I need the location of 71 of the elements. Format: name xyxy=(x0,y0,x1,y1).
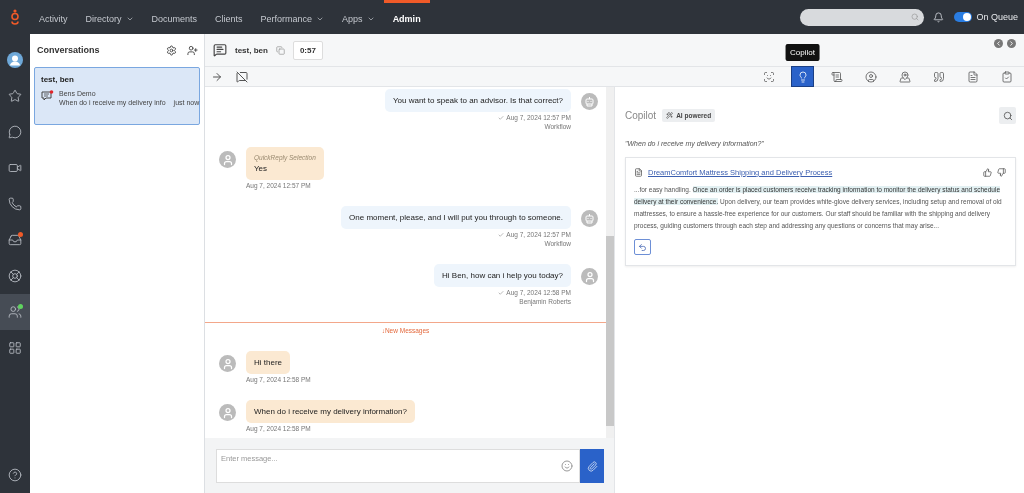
check-icon xyxy=(498,231,505,238)
end-chat-icon[interactable] xyxy=(236,70,248,83)
clipboard-check-icon xyxy=(1000,70,1013,83)
chat-bubble-icon xyxy=(8,125,22,139)
search-field[interactable] xyxy=(800,8,925,26)
search-icon xyxy=(1002,110,1013,121)
help-icon xyxy=(8,468,22,482)
emoji-icon[interactable] xyxy=(561,460,573,472)
scan-icon xyxy=(762,70,775,83)
chat-notification-icon xyxy=(41,90,54,102)
queue-toggle[interactable] xyxy=(954,12,973,22)
nav-tab[interactable]: Directory xyxy=(76,0,143,34)
scrollbar[interactable] xyxy=(606,87,614,438)
add-user-icon[interactable] xyxy=(187,44,198,56)
contact-name: test, ben xyxy=(235,45,268,55)
lightbulb-icon xyxy=(796,70,809,83)
search-icon xyxy=(911,13,920,21)
message-text: Hi there xyxy=(254,358,282,367)
inbox-icon xyxy=(8,233,22,247)
check-icon xyxy=(498,289,505,296)
bell-icon[interactable] xyxy=(933,11,945,23)
transfer-icon[interactable] xyxy=(211,70,223,83)
collapse-button[interactable] xyxy=(994,39,1003,48)
user-avatar-icon xyxy=(219,151,236,168)
search-button[interactable] xyxy=(999,107,1016,124)
document-icon xyxy=(966,70,979,83)
message-text: Yes xyxy=(254,164,269,173)
logo-icon xyxy=(10,9,20,25)
avatar-icon xyxy=(7,52,23,68)
paperclip-icon xyxy=(586,460,598,472)
people-button[interactable] xyxy=(0,294,30,330)
star-icon xyxy=(8,89,22,103)
panel-title: Conversations xyxy=(37,45,101,55)
nav-tab[interactable]: Activity xyxy=(30,0,77,34)
lifebuoy-icon xyxy=(8,269,22,283)
tooltip: Copilot xyxy=(785,44,820,61)
call-timer: 0:57 xyxy=(292,40,323,60)
chat-icon xyxy=(213,43,227,57)
nav-tab[interactable]: Clients xyxy=(206,0,252,34)
map-icon xyxy=(898,70,911,83)
contact-name: test, ben xyxy=(41,75,75,84)
insert-reply-button[interactable] xyxy=(634,239,651,255)
thumbs-up-icon[interactable] xyxy=(983,168,992,177)
user-avatar-icon xyxy=(581,268,598,285)
apps-grid-icon xyxy=(8,341,22,355)
nav-tab[interactable]: Apps xyxy=(333,0,384,34)
reply-arrow-icon xyxy=(638,242,647,252)
nav-tab[interactable]: Performance xyxy=(251,0,334,34)
user-avatar-icon xyxy=(219,355,236,372)
message-text: Hi Ben, how can i help you today? xyxy=(442,271,563,280)
scroll-icon xyxy=(830,70,843,83)
document-icon xyxy=(634,168,643,177)
people-icon xyxy=(8,305,22,319)
check-icon xyxy=(498,114,505,121)
message-text: When do i receive my delivery information? xyxy=(254,407,407,416)
bot-avatar-icon xyxy=(581,93,598,110)
message-text: One moment, please, and I will put you through to someone. xyxy=(349,213,563,222)
attach-button[interactable] xyxy=(580,449,604,483)
video-camera-icon xyxy=(8,161,22,175)
quote-icon xyxy=(932,70,945,83)
thumbs-down-icon[interactable] xyxy=(997,168,1006,177)
phone-icon xyxy=(8,197,22,211)
user-circle-icon xyxy=(864,70,877,83)
message-text: You want to speak to an advisor. Is that correct? xyxy=(392,96,563,105)
settings-icon[interactable] xyxy=(166,44,177,56)
user-avatar-icon xyxy=(219,404,236,421)
expand-button[interactable] xyxy=(1007,39,1016,48)
queue-status-label: On Queue xyxy=(976,12,1018,22)
copilot-title: Copilot xyxy=(625,110,657,121)
nav-tab[interactable]: Documents xyxy=(142,0,207,34)
bot-avatar-icon xyxy=(581,210,598,227)
